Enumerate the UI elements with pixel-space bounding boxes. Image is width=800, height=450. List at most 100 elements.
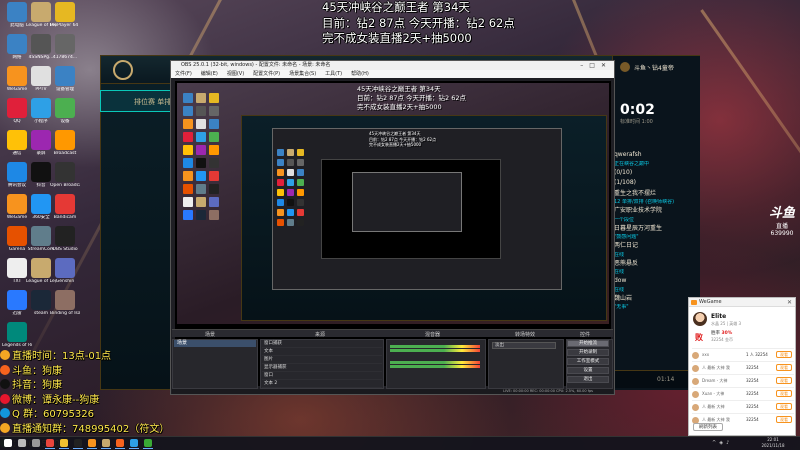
obs-menu-bar: 文件(F) 编辑(E) 视图(V) 配置文件(P) 场景集合(S) 工具(T) 帮助(H) [171, 70, 614, 78]
desktop-icon[interactable]: Legends of Runeterra [2, 322, 32, 348]
friend-name[interactable]: dow [614, 276, 698, 287]
minimize-icon[interactable]: – [580, 62, 589, 69]
watch-button[interactable]: 观看 [776, 403, 792, 410]
watch-button[interactable]: 观看 [776, 390, 792, 397]
desktop-icon[interactable]: 设备管理 [50, 66, 80, 92]
desktop-icon[interactable]: ProPlayer 64 bit [50, 2, 80, 28]
obs-menu-item[interactable]: 配置文件(P) [253, 71, 280, 77]
nested-desktop-icons [183, 93, 219, 220]
watch-button[interactable]: 观看 [776, 351, 792, 358]
explorer-icon[interactable] [60, 439, 68, 447]
source-item[interactable]: 文本 [262, 348, 382, 356]
desktop-icon[interactable]: 设备 [50, 98, 80, 124]
close-icon[interactable]: ✕ [787, 298, 792, 307]
app-icon [7, 322, 27, 342]
obs-window-controls[interactable]: –□✕ [580, 61, 612, 70]
close-icon[interactable]: ✕ [601, 62, 612, 69]
obs-menu-item[interactable]: 编辑(E) [201, 71, 218, 77]
friend-name[interactable]: (0/10) [614, 168, 698, 179]
nested-app-icon [287, 169, 294, 176]
friend-name[interactable]: 重生之我不摆烂 [614, 189, 698, 200]
obs-menu-item[interactable]: 帮助(H) [351, 71, 369, 77]
desktop-icon-label: Bandicam [53, 215, 77, 220]
control-button[interactable]: 工作室模式 [567, 358, 609, 365]
desktop-icon[interactable]: 4178674... [50, 34, 80, 60]
avatar[interactable] [692, 352, 699, 359]
start-icon[interactable] [4, 439, 12, 447]
friend-name[interactable]: 广安职业技术学院 [614, 206, 698, 217]
nested-app-icon [209, 106, 219, 116]
wechat-icon[interactable] [144, 439, 152, 447]
avatar[interactable] [692, 391, 699, 398]
taskbar-active-indicator [143, 448, 153, 449]
nested-app-icon [183, 184, 193, 194]
control-button[interactable]: 开始录制 [567, 349, 609, 356]
desktop-icon[interactable]: Broadcast [50, 130, 80, 156]
obs-icon[interactable] [74, 439, 82, 447]
watch-button[interactable]: 观看 [776, 416, 792, 423]
friend-name[interactable]: 两仁日记 [614, 241, 698, 252]
taskbar-clock[interactable]: 22:01 2021/11/18 [758, 437, 788, 448]
qq-icon[interactable] [130, 439, 138, 447]
avatar[interactable] [693, 312, 707, 326]
control-button[interactable]: 设置 [567, 367, 609, 374]
scene-item[interactable]: 场景 [174, 340, 256, 347]
wegame-chat-window[interactable]: WeGame ✕ Elite 水晶 25 | 英雄 3 败 胜率 30% 322… [688, 297, 796, 436]
obs-menu-item[interactable]: 文件(F) [175, 71, 192, 77]
friend-name[interactable]: 魏山岩 [614, 294, 698, 305]
transition-select[interactable]: 淡出 [492, 342, 556, 349]
control-button[interactable]: 开始推流 [567, 340, 609, 347]
chat-result-badge: 败 [695, 333, 703, 342]
search-icon[interactable] [18, 439, 26, 447]
source-item[interactable]: 文本 2 [262, 380, 382, 388]
nested-app-icon [297, 179, 304, 186]
obs-menu-item[interactable]: 场景集合(S) [289, 71, 316, 77]
league-bottom-timer: 01:14 [657, 376, 675, 383]
friend-name[interactable]: qwerafsh [614, 150, 698, 161]
league-logo-icon[interactable] [113, 60, 133, 80]
douyu-icon[interactable] [116, 439, 124, 447]
source-item[interactable]: 窗口捕获 [262, 340, 382, 348]
desktop-icon[interactable]: Binding of Isaac [50, 290, 80, 316]
maximize-icon[interactable]: □ [589, 62, 601, 69]
obs-menu-item[interactable]: 工具(T) [325, 71, 342, 77]
volume-icon[interactable]: ♪ [726, 440, 732, 446]
desktop-icon[interactable]: Genshin [50, 258, 80, 284]
source-item[interactable]: 显示器捕获 [262, 364, 382, 372]
nested-desktop-icons-2 [277, 149, 304, 226]
overlay-line: 45天冲峡谷之巅王者 第34天 [322, 0, 470, 14]
obs-menu-item[interactable]: 视图(V) [227, 71, 244, 77]
refresh-button[interactable]: 刷新列表 [693, 423, 723, 431]
nested-app-icon [183, 119, 193, 129]
avatar[interactable] [692, 404, 699, 411]
obs-title-bar[interactable]: OBS 25.0.1 (32-bit, windows) - 配置文件: 未命名… [171, 61, 614, 70]
source-item[interactable]: 图片 [262, 356, 382, 364]
taskbar-active-indicator [59, 448, 69, 449]
friend-name[interactable]: 恶熊悬反 [614, 259, 698, 270]
desktop-icon[interactable]: OBS Studio [50, 226, 80, 252]
chat-row: Dream - 大神 32254 观看 [692, 374, 794, 387]
source-item[interactable]: 窗口 [262, 372, 382, 380]
chrome-icon[interactable] [46, 439, 54, 447]
league-avatar[interactable] [620, 62, 630, 72]
task-view-icon[interactable] [32, 439, 40, 447]
friend-name[interactable]: (1/108) [614, 178, 698, 189]
chat-row-text: Dream - 大神 [702, 378, 728, 383]
control-button[interactable]: 退出 [567, 376, 609, 383]
avatar[interactable] [692, 365, 699, 372]
dock-title-scenes: 场景 [205, 332, 216, 338]
desktop-icon-label: ProPlayer 64 bit [50, 23, 80, 28]
desktop-icon[interactable]: Bandicam [50, 194, 80, 220]
watch-button[interactable]: 观看 [776, 377, 792, 384]
league-icon[interactable] [102, 439, 110, 447]
system-tray[interactable]: ^◈♪ [712, 440, 732, 446]
watch-button[interactable]: 观看 [776, 364, 792, 371]
wegame-icon[interactable] [88, 439, 96, 447]
app-icon [31, 2, 51, 22]
chat-title-bar[interactable]: WeGame ✕ [689, 298, 795, 307]
desktop-icon[interactable]: Open Broadcast [50, 162, 80, 188]
avatar[interactable] [692, 378, 699, 385]
overlay-info-line: 直播时间：13点-01点 [0, 350, 160, 365]
friend-name[interactable]: 日暮星辰万河重生 [614, 224, 698, 235]
overlay-info-line: Q 群：60795326 [0, 408, 160, 423]
